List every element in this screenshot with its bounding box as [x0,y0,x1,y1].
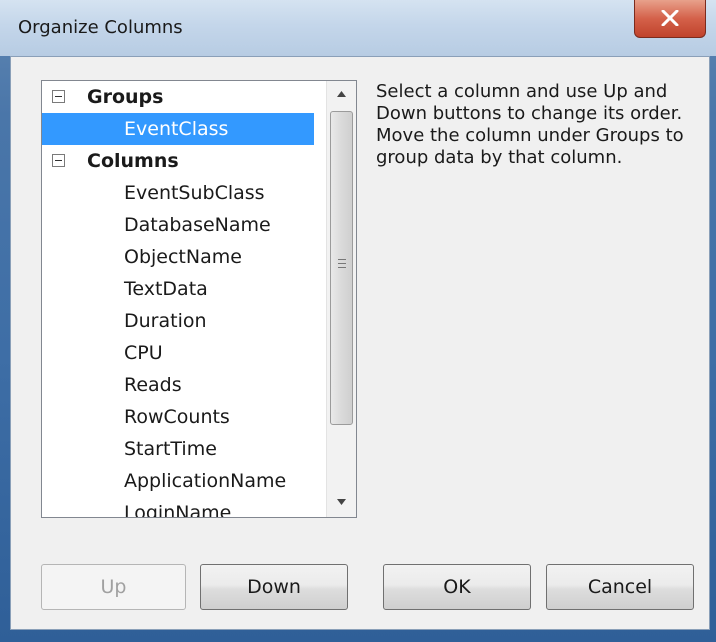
instructions-text: Select a column and use Up and Down butt… [376,81,684,168]
dialog-client-area: Groups EventClass Columns EventSubClass … [10,56,710,630]
dialog-title: Organize Columns [18,17,183,38]
scroll-down-button[interactable] [327,489,356,517]
tree-item-reads[interactable]: Reads [42,369,324,401]
tree-item-label: TextData [124,278,208,300]
close-icon [661,10,679,26]
tree-group-label: Groups [87,86,164,108]
title-bar[interactable]: Organize Columns [0,0,716,56]
collapse-columns-icon[interactable] [52,154,65,167]
tree-item-cpu[interactable]: CPU [42,337,324,369]
tree-item-label: ApplicationName [124,470,287,492]
tree-item-label: DatabaseName [124,214,271,236]
tree-content: Groups EventClass Columns EventSubClass … [42,81,324,518]
tree-item-label: EventSubClass [124,182,265,204]
tree-item-label: StartTime [124,438,217,460]
tree-item-duration[interactable]: Duration [42,305,324,337]
grip-icon [338,259,346,269]
tree-item-label: EventClass [124,118,229,140]
triangle-up-icon [337,91,346,97]
tree-item-label: Reads [124,374,182,396]
scroll-up-button[interactable] [327,81,356,109]
tree-item-loginname[interactable]: LoginName [42,497,324,518]
tree-item-label: Duration [124,310,207,332]
down-button[interactable]: Down [200,564,348,610]
tree-group-groups[interactable]: Groups [42,81,324,113]
tree-item-label: ObjectName [124,246,242,268]
tree-group-label: Columns [87,150,179,172]
tree-item-applicationname[interactable]: ApplicationName [42,465,324,497]
tree-item-starttime[interactable]: StartTime [42,433,324,465]
tree-item-label: RowCounts [124,406,230,428]
up-button[interactable]: Up [41,564,186,610]
tree-item-label: CPU [124,342,163,364]
triangle-down-icon [337,499,346,505]
tree-item-eventclass[interactable]: EventClass [42,113,324,145]
tree-item-databasename[interactable]: DatabaseName [42,209,324,241]
tree-item-eventsubclass[interactable]: EventSubClass [42,177,324,209]
tree-item-objectname[interactable]: ObjectName [42,241,324,273]
scrollbar-thumb[interactable] [330,111,353,425]
tree-item-textdata[interactable]: TextData [42,273,324,305]
close-button[interactable] [634,0,706,38]
tree-item-rowcounts[interactable]: RowCounts [42,401,324,433]
cancel-button[interactable]: Cancel [546,564,694,610]
columns-tree-view[interactable]: Groups EventClass Columns EventSubClass … [41,80,357,518]
vertical-scrollbar[interactable] [326,81,356,517]
tree-item-label: LoginName [124,502,232,518]
collapse-groups-icon[interactable] [52,90,65,103]
ok-button[interactable]: OK [383,564,531,610]
organize-columns-dialog: Organize Columns Groups EventClass Colum [0,0,716,642]
tree-group-columns[interactable]: Columns [42,145,324,177]
